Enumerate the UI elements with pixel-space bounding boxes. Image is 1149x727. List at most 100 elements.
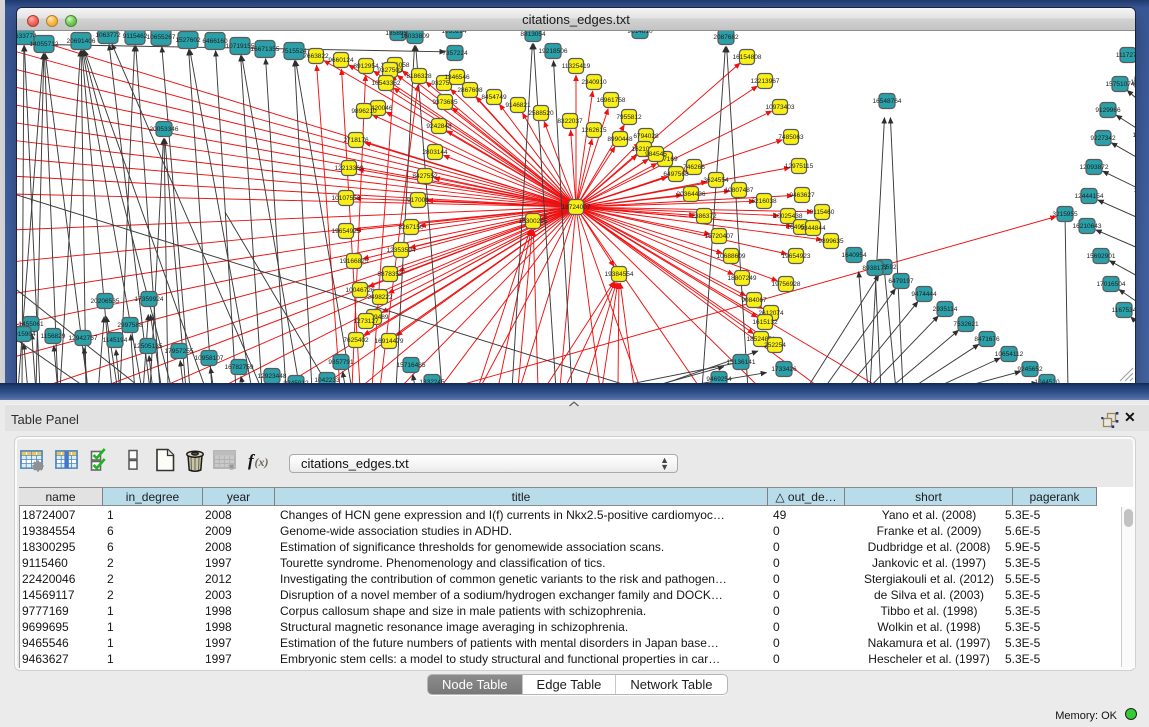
- svg-text:9227342: 9227342: [1090, 135, 1116, 142]
- svg-text:10046726: 10046726: [346, 287, 375, 294]
- svg-text:1117278: 1117278: [1116, 52, 1135, 59]
- svg-text:9896210: 9896210: [351, 108, 377, 115]
- svg-text:7663822: 7663822: [303, 53, 329, 60]
- svg-text:19654925: 19654925: [332, 228, 361, 235]
- svg-text:1453904: 1453904: [1132, 132, 1135, 139]
- svg-text:6466160: 6466160: [202, 38, 228, 45]
- svg-text:10654112: 10654112: [995, 351, 1024, 358]
- svg-text:1167534: 1167534: [1112, 307, 1135, 314]
- svg-text:8427552: 8427552: [412, 173, 438, 180]
- svg-text:8471676: 8471676: [974, 336, 1000, 343]
- svg-text:10655267: 10655267: [147, 34, 176, 41]
- svg-text:20691406: 20691406: [67, 38, 96, 45]
- svg-text:12923448: 12923448: [258, 373, 287, 380]
- svg-text:1156829: 1156829: [41, 333, 66, 340]
- svg-text:1273127: 1273127: [353, 318, 379, 325]
- svg-text:1145390: 1145390: [1134, 187, 1135, 194]
- svg-text:16671355: 16671355: [251, 46, 280, 53]
- svg-text:10543362: 10543362: [372, 80, 401, 87]
- svg-text:7625402: 7625402: [343, 337, 369, 344]
- svg-text:19756928: 19756928: [772, 281, 801, 288]
- svg-text:1262615: 1262615: [581, 127, 607, 134]
- svg-text:9084067: 9084067: [741, 297, 767, 304]
- svg-text:20053346: 20053346: [150, 126, 179, 133]
- svg-text:1640954: 1640954: [841, 252, 867, 259]
- svg-text:3915904: 3915904: [17, 331, 36, 338]
- svg-text:17016504: 17016504: [1097, 281, 1126, 288]
- svg-text:14055712: 14055712: [30, 41, 59, 48]
- svg-text:9115462: 9115462: [123, 33, 148, 40]
- svg-text:9899635: 9899635: [818, 238, 844, 245]
- svg-text:2340910: 2340910: [581, 79, 607, 86]
- svg-text:1615132: 1615132: [752, 319, 778, 326]
- svg-text:11325419: 11325419: [562, 63, 591, 70]
- svg-text:12213369: 12213369: [335, 165, 364, 172]
- svg-text:19654923: 19654923: [782, 253, 811, 260]
- svg-text:9115460: 9115460: [810, 209, 835, 216]
- svg-text:2935114: 2935114: [933, 306, 958, 313]
- svg-text:(x): (x): [255, 455, 269, 469]
- svg-text:9474444: 9474444: [911, 291, 937, 298]
- svg-text:6479197: 6479197: [888, 278, 914, 285]
- svg-text:16210643: 16210643: [1073, 223, 1102, 230]
- svg-text:12505135: 12505135: [134, 343, 163, 350]
- svg-text:10688609: 10688609: [717, 253, 746, 260]
- svg-text:16154808: 16154808: [733, 54, 762, 61]
- svg-text:1063772: 1063772: [95, 32, 121, 39]
- svg-text:6497568: 6497568: [663, 171, 689, 178]
- svg-text:3624554: 3624554: [703, 177, 729, 184]
- svg-text:3498222: 3498222: [367, 294, 393, 301]
- svg-text:19218506: 19218506: [539, 48, 568, 55]
- svg-text:1346546: 1346546: [444, 74, 470, 81]
- svg-text:9245652: 9245652: [1017, 366, 1043, 373]
- svg-text:15720407: 15720407: [705, 233, 734, 240]
- svg-text:6794028: 6794028: [633, 133, 659, 140]
- svg-text:20364436: 20364436: [677, 191, 706, 198]
- svg-text:746266: 746266: [683, 164, 705, 171]
- svg-text:9242848: 9242848: [426, 123, 452, 130]
- svg-text:1733426: 1733426: [771, 366, 797, 373]
- svg-text:6216038: 6216038: [751, 198, 777, 205]
- svg-text:9129966: 9129966: [1095, 107, 1121, 114]
- svg-text:8878352: 8878352: [377, 271, 403, 278]
- svg-text:9146821: 9146821: [505, 102, 531, 109]
- svg-text:16548764: 16548764: [873, 98, 902, 105]
- svg-text:9857791: 9857791: [328, 359, 354, 366]
- svg-text:12213967: 12213967: [751, 78, 780, 85]
- svg-text:12975115: 12975115: [785, 163, 814, 170]
- svg-text:16914479: 16914479: [375, 338, 404, 345]
- svg-text:19166825: 19166825: [340, 258, 369, 265]
- svg-text:8322037: 8322037: [557, 118, 583, 125]
- svg-text:15692901: 15692901: [1087, 253, 1116, 260]
- svg-text:984545: 984545: [645, 151, 667, 158]
- svg-text:18807249: 18807249: [728, 275, 757, 282]
- svg-text:8186328: 8186328: [406, 73, 432, 80]
- svg-text:15716485: 15716485: [397, 362, 426, 369]
- svg-text:18724007: 18724007: [562, 204, 591, 211]
- svg-text:12444154: 12444154: [1075, 193, 1104, 200]
- svg-text:15300295: 15300295: [519, 218, 548, 225]
- svg-text:8267150: 8267150: [398, 224, 424, 231]
- svg-text:9614810: 9614810: [627, 31, 653, 35]
- svg-text:252254: 252254: [764, 342, 786, 349]
- svg-text:7386372: 7386372: [691, 213, 717, 220]
- svg-text:7357224: 7357224: [442, 50, 468, 57]
- svg-text:917006: 917006: [407, 197, 429, 204]
- svg-text:9660124: 9660124: [328, 57, 354, 64]
- svg-text:10958107: 10958107: [195, 355, 224, 362]
- svg-text:1527602: 1527602: [175, 37, 201, 44]
- svg-text:16782759: 16782759: [225, 364, 254, 371]
- svg-text:8938177: 8938177: [862, 265, 888, 272]
- svg-text:9344844: 9344844: [800, 225, 826, 232]
- svg-text:8454749: 8454749: [481, 94, 507, 101]
- svg-text:2867608: 2867608: [457, 87, 483, 94]
- svg-text:17359924: 17359924: [135, 296, 164, 303]
- svg-text:12093872: 12093872: [1080, 164, 1109, 171]
- svg-text:8990448: 8990448: [607, 136, 633, 143]
- svg-text:9463627: 9463627: [789, 192, 815, 199]
- svg-text:17957255: 17957255: [165, 348, 194, 355]
- svg-text:2087682: 2087682: [713, 34, 739, 41]
- svg-text:15136141: 15136141: [727, 359, 756, 366]
- svg-text:1035294: 1035294: [441, 31, 467, 35]
- svg-text:2803144: 2803144: [422, 149, 448, 156]
